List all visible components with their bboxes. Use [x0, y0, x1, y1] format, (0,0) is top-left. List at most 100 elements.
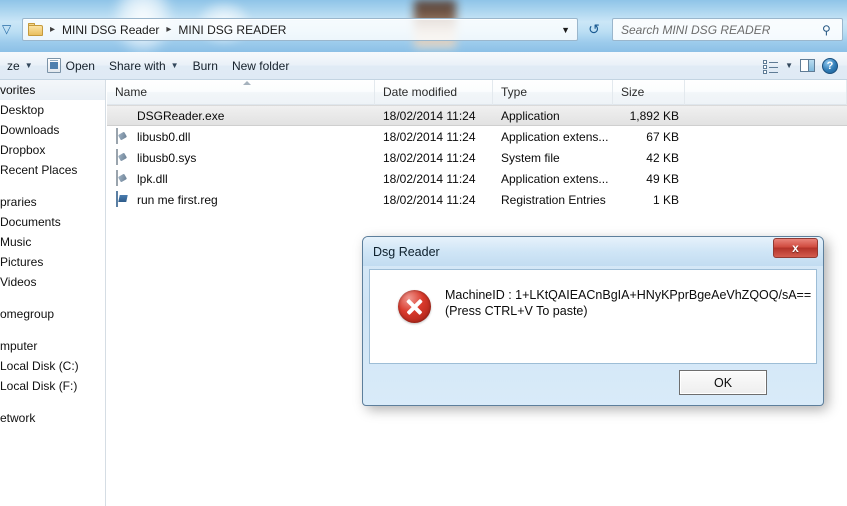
- sidebar-group-libraries[interactable]: praries: [0, 192, 105, 212]
- sidebar-item-dropbox[interactable]: Dropbox: [0, 140, 105, 160]
- share-with-label: Share with: [108, 58, 166, 73]
- sidebar-item-local-disk-f[interactable]: Local Disk (F:): [0, 376, 105, 396]
- chevron-down-icon: ▼: [170, 61, 179, 70]
- breadcrumb-separator-1: ▸: [50, 24, 56, 35]
- table-row[interactable]: libusb0.sys 18/02/2014 11:24 System file…: [107, 147, 847, 168]
- address-dropdown-icon[interactable]: ▼: [561, 25, 570, 35]
- sidebar-item-recent-places[interactable]: Recent Places: [0, 160, 105, 180]
- refresh-icon[interactable]: ↺: [583, 18, 605, 41]
- dialog-title-label: Dsg Reader: [373, 244, 440, 259]
- help-icon[interactable]: ?: [822, 57, 838, 74]
- exe-sphere-icon: [115, 108, 131, 124]
- open-icon: [46, 58, 61, 73]
- sidebar-item-label: Dropbox: [0, 143, 46, 157]
- sidebar-item-label: Local Disk (F:): [0, 379, 78, 393]
- breadcrumb-item-0[interactable]: MINI DSG Reader: [59, 22, 162, 38]
- column-header-row: Name Date modified Type Size: [107, 79, 847, 105]
- sidebar-item-label: Pictures: [0, 255, 44, 269]
- dll-file-icon: [115, 148, 131, 166]
- navigation-pane: vorites Desktop Downloads Dropbox Recent…: [0, 80, 106, 506]
- file-date-cell: 18/02/2014 11:24: [383, 192, 476, 207]
- file-date-cell: 18/02/2014 11:24: [383, 108, 476, 123]
- sidebar-item-local-disk-c[interactable]: Local Disk (C:): [0, 356, 105, 376]
- file-size-cell: 49 KB: [646, 171, 679, 186]
- column-header-type[interactable]: Type: [493, 79, 613, 105]
- command-bar-right-group: ▼ ?: [763, 57, 847, 74]
- registry-file-icon: [115, 190, 131, 208]
- sidebar-group-network[interactable]: etwork: [0, 408, 105, 428]
- sidebar-item-desktop[interactable]: Desktop: [0, 100, 105, 120]
- open-button[interactable]: Open: [40, 55, 102, 76]
- search-icon: ⚲: [822, 23, 831, 37]
- file-type-cell: Application: [501, 108, 560, 123]
- file-type-cell: Application extens...: [501, 171, 609, 186]
- file-name-cell: libusb0.sys: [107, 148, 375, 166]
- folder-icon: [28, 22, 44, 37]
- sidebar-divider: [0, 180, 105, 192]
- table-row[interactable]: run me first.reg 18/02/2014 11:24 Regist…: [107, 189, 847, 210]
- back-navigation-icon[interactable]: ▽: [2, 22, 18, 38]
- sidebar-item-documents[interactable]: Documents: [0, 212, 105, 232]
- sidebar-item-pictures[interactable]: Pictures: [0, 252, 105, 272]
- new-folder-button[interactable]: New folder: [225, 56, 296, 76]
- dialog-message-line-2: (Press CTRL+V To paste): [445, 304, 588, 318]
- table-row[interactable]: DSGReader.exe 18/02/2014 11:24 Applicati…: [107, 105, 847, 126]
- chevron-down-icon: ▼: [24, 61, 33, 70]
- column-header-date-modified[interactable]: Date modified: [375, 79, 493, 105]
- sidebar-group-label: praries: [0, 195, 37, 209]
- table-row[interactable]: libusb0.dll 18/02/2014 11:24 Application…: [107, 126, 847, 147]
- dll-file-icon: [115, 169, 131, 187]
- window-title-strip: ▽ ▸ MINI DSG Reader ▸ MINI DSG READER ▼ …: [0, 0, 847, 56]
- file-size-cell: 1,892 KB: [629, 108, 679, 123]
- preview-pane-icon[interactable]: [800, 59, 815, 72]
- file-name-cell: run me first.reg: [107, 190, 375, 208]
- sidebar-item-label: Recent Places: [0, 163, 78, 177]
- file-size-cell: 1 KB: [652, 192, 679, 207]
- sidebar-item-downloads[interactable]: Downloads: [0, 120, 105, 140]
- sidebar-item-label: Local Disk (C:): [0, 359, 79, 373]
- sidebar-divider: [0, 324, 105, 336]
- change-view-icon[interactable]: [763, 59, 779, 74]
- address-bar[interactable]: ▸ MINI DSG Reader ▸ MINI DSG READER ▼: [22, 18, 578, 41]
- sidebar-group-label: etwork: [0, 411, 36, 425]
- burn-button[interactable]: Burn: [186, 56, 225, 76]
- sidebar-group-favorites[interactable]: vorites: [0, 80, 105, 100]
- dialog-footer: OK: [369, 364, 817, 401]
- sort-ascending-icon: [243, 81, 251, 85]
- ok-button[interactable]: OK: [679, 370, 767, 395]
- sidebar-group-homegroup[interactable]: omegroup: [0, 304, 105, 324]
- column-header-name[interactable]: Name: [107, 79, 375, 105]
- file-name-label: DSGReader.exe: [137, 108, 225, 123]
- column-header-filler: [685, 79, 847, 105]
- column-header-size[interactable]: Size: [613, 79, 685, 105]
- sidebar-item-label: Desktop: [0, 103, 45, 117]
- sidebar-group-label: omegroup: [0, 307, 55, 321]
- file-size-cell: 67 KB: [646, 129, 679, 144]
- search-placeholder: Search MINI DSG READER: [621, 22, 771, 37]
- file-name-cell: DSGReader.exe: [107, 108, 375, 124]
- sidebar-item-videos[interactable]: Videos: [0, 272, 105, 292]
- view-chevron-down-icon[interactable]: ▼: [785, 61, 793, 70]
- dialog-title-bar[interactable]: Dsg Reader x: [363, 237, 823, 266]
- file-name-cell: libusb0.dll: [107, 127, 375, 145]
- breadcrumb-item-1[interactable]: MINI DSG READER: [175, 22, 289, 38]
- share-with-button[interactable]: Share with ▼: [102, 56, 186, 76]
- search-input[interactable]: Search MINI DSG READER ⚲: [612, 18, 843, 41]
- organize-label: ze: [7, 58, 20, 73]
- sidebar-divider: [0, 292, 105, 304]
- organize-button[interactable]: ze ▼: [0, 56, 40, 76]
- explorer-window: ▽ ▸ MINI DSG Reader ▸ MINI DSG READER ▼ …: [0, 0, 847, 506]
- table-row[interactable]: lpk.dll 18/02/2014 11:24 Application ext…: [107, 168, 847, 189]
- file-name-label: run me first.reg: [137, 192, 218, 207]
- new-folder-label: New folder: [231, 58, 290, 73]
- file-date-cell: 18/02/2014 11:24: [383, 171, 476, 186]
- close-icon[interactable]: x: [773, 238, 818, 258]
- dll-file-icon: [115, 127, 131, 145]
- sidebar-item-label: Videos: [0, 275, 37, 289]
- sidebar-group-computer[interactable]: mputer: [0, 336, 105, 356]
- open-label: Open: [65, 58, 95, 73]
- file-name-label: lpk.dll: [137, 171, 168, 186]
- file-date-cell: 18/02/2014 11:24: [383, 129, 476, 144]
- dialog-message-line-1: MachineID : 1+LKtQAIEACnBgIA+HNyKPprBgeA…: [445, 288, 812, 302]
- sidebar-item-music[interactable]: Music: [0, 232, 105, 252]
